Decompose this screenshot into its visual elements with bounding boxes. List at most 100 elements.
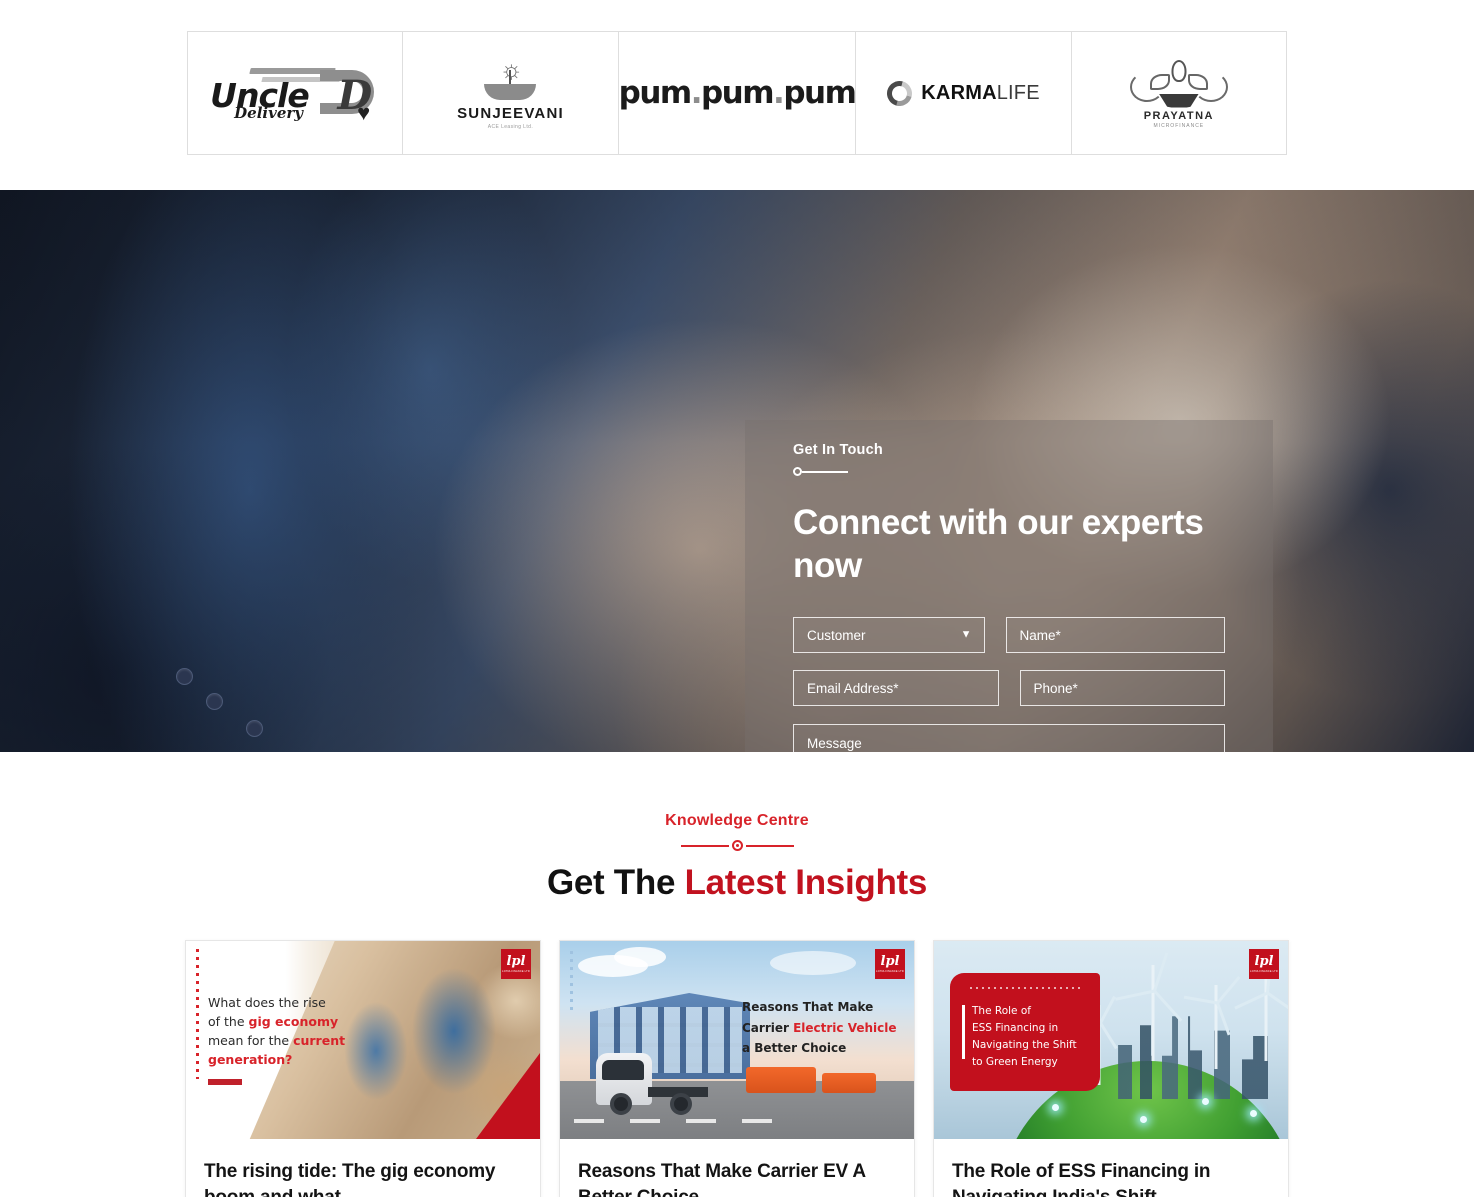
logo-cell-uncle-d[interactable]: Uncle D Delivery ♥ — [188, 32, 404, 154]
art-line-3: Navigating the Shift — [972, 1039, 1077, 1051]
card-title[interactable]: The rising tide: The gig economy boom an… — [204, 1159, 522, 1197]
art-line-2: ESS Financing in — [972, 1022, 1059, 1034]
turbine-blade-b — [1216, 1002, 1231, 1036]
orange-truck-2 — [822, 1073, 876, 1093]
card-dot-column — [570, 951, 573, 1011]
insight-card[interactable]: Reasons That Make Carrier Electric Vehic… — [559, 940, 915, 1197]
kc-title-highlight: Latest Insights — [684, 863, 928, 902]
cloud-icon-3 — [770, 951, 856, 975]
kc-rule-line-right — [745, 844, 794, 847]
card-art-text: The Role of ESS Financing in Navigating … — [972, 1003, 1094, 1071]
partner-logo-strip: Uncle D Delivery ♥ ☼ SUNJEEVANI ACE Leas… — [0, 0, 1474, 190]
pumpumpum-wordmark: pum.pum.pum — [618, 75, 857, 111]
turbine-mast — [1214, 985, 1218, 1069]
lpl-badge-mark: lpl — [1254, 954, 1274, 969]
card-art-panel: The Role of ESS Financing in Navigating … — [950, 973, 1100, 1091]
kc-title: Get The Latest Insights — [0, 863, 1474, 903]
message-field[interactable] — [793, 724, 1225, 752]
kc-rule-dot-icon — [731, 840, 743, 851]
lpl-badge-icon: lpl LOHIA FINANCE LTD — [875, 949, 905, 979]
prayatna-tagline: MICROFINANCE — [1153, 122, 1205, 129]
art-line-1: What does the rise — [208, 995, 326, 1010]
prayatna-logo: PRAYATNA MICROFINANCE — [1124, 58, 1234, 129]
logo-cell-karmalife[interactable]: KARMALIFE — [856, 32, 1072, 154]
karmalife-wordmark: KARMALIFE — [921, 82, 1039, 105]
truck-wheel-front — [610, 1093, 632, 1115]
email-field[interactable] — [793, 670, 999, 707]
sunjeevani-logo: ☼ SUNJEEVANI ACE Leasing Ltd. — [445, 56, 575, 130]
lpl-badge-mark: lpl — [880, 954, 900, 969]
karmalife-bold: KARMA — [921, 81, 997, 104]
turbine-blade-a — [1153, 952, 1169, 992]
card-body: The rising tide: The gig economy boom an… — [186, 1139, 540, 1197]
art-line-3-red: current — [293, 1033, 346, 1048]
card-art-text: Reasons That Make Carrier Electric Vehic… — [742, 997, 902, 1059]
lpl-badge-sub: LOHIA FINANCE LTD — [876, 970, 904, 973]
name-field[interactable] — [1005, 617, 1225, 654]
turbine-blade-b — [1266, 991, 1288, 1015]
lpl-badge-sub: LOHIA FINANCE LTD — [1250, 970, 1278, 973]
orange-truck-1 — [746, 1067, 816, 1093]
enquiry-type-select[interactable]: Customer — [793, 617, 985, 654]
suit-button-2 — [206, 693, 223, 710]
art-line-3: a Better Choice — [742, 1041, 847, 1056]
art-line-2-plain: Carrier — [742, 1020, 794, 1035]
card-body: The Role of ESS Financing in Navigating … — [934, 1139, 1288, 1197]
art-line-1: The Role of — [972, 1005, 1031, 1017]
prayatna-emblem-icon — [1124, 58, 1234, 110]
turbine-mast — [1151, 965, 1155, 1061]
card-underline-bar — [208, 1079, 242, 1085]
art-line-2-plain: of the — [208, 1014, 249, 1029]
logo-cell-sunjeevani[interactable]: ☼ SUNJEEVANI ACE Leasing Ltd. — [403, 32, 619, 154]
card-dot-column — [196, 949, 199, 1079]
get-in-touch-form-panel: Get In Touch Connect with our experts no… — [745, 420, 1273, 752]
hero-title: Connect with our experts now — [793, 503, 1204, 585]
turbine-blade-a — [1216, 975, 1241, 1004]
sunjeevani-tagline: ACE Leasing Ltd. — [487, 124, 534, 130]
turbine-blade-c — [1115, 989, 1155, 1001]
panel-dotted-line — [970, 987, 1082, 989]
prayatna-wordmark: PRAYATNA — [1143, 109, 1214, 122]
lpl-badge-icon: lpl LOHIA FINANCE LTD — [1249, 949, 1279, 979]
card-body: Reasons That Make Carrier EV A Better Ch… — [560, 1139, 914, 1197]
lane-mark-2 — [630, 1119, 660, 1123]
truck-wheel-rear — [670, 1093, 692, 1115]
truck-window — [602, 1060, 644, 1080]
turbine-blade-c — [1234, 991, 1269, 1010]
insight-card[interactable]: What does the rise of the gig economy me… — [185, 940, 541, 1197]
card-title[interactable]: The Role of ESS Financing in Navigating … — [952, 1159, 1270, 1197]
turbine-blade-a — [1099, 995, 1116, 1024]
art-line-2-red: Electric Vehicle — [793, 1020, 897, 1035]
moustache-icon: ♥ — [357, 100, 371, 125]
lpl-badge-mark: lpl — [506, 954, 526, 969]
rule-dot-icon — [793, 467, 802, 476]
kc-title-plain: Get The — [546, 863, 685, 902]
karma-ring-icon — [882, 75, 917, 111]
laurel-left-icon — [1129, 71, 1164, 102]
art-line-1: Reasons That Make — [742, 1000, 874, 1014]
rule-line — [802, 470, 848, 473]
laurel-right-icon — [1193, 71, 1228, 102]
kc-rule — [0, 840, 1474, 851]
lane-mark-3 — [686, 1119, 716, 1123]
kc-eyebrow: Knowledge Centre — [665, 812, 809, 829]
logo-cell-prayatna[interactable]: PRAYATNA MICROFINANCE — [1071, 32, 1286, 154]
lpl-badge-sub: LOHIA FINANCE LTD — [502, 970, 530, 973]
phone-field[interactable] — [1019, 670, 1225, 707]
sunjeevani-sun-sprout-icon: ☼ — [445, 56, 575, 102]
energy-glow-1 — [1052, 1104, 1059, 1111]
card-title[interactable]: Reasons That Make Carrier EV A Better Ch… — [578, 1159, 896, 1197]
panel-accent-bar — [962, 1005, 965, 1059]
logo-cell-pumpumpum[interactable]: pum.pum.pum — [618, 32, 857, 154]
card-art-text: What does the rise of the gig economy me… — [208, 993, 358, 1069]
energy-glow-3 — [1202, 1098, 1209, 1105]
insight-card-list: What does the rise of the gig economy me… — [0, 940, 1474, 1197]
art-line-4: to Green Energy — [972, 1056, 1058, 1068]
insight-card[interactable]: The Role of ESS Financing in Navigating … — [933, 940, 1289, 1197]
suit-button-1 — [176, 668, 193, 685]
energy-glow-4 — [1250, 1110, 1257, 1117]
sunjeevani-wordmark: SUNJEEVANI — [457, 105, 564, 122]
knowledge-centre-section: Knowledge Centre Get The Latest Insights… — [0, 752, 1474, 1197]
lane-mark-1 — [574, 1119, 604, 1123]
prayatna-base-icon — [1158, 93, 1199, 108]
